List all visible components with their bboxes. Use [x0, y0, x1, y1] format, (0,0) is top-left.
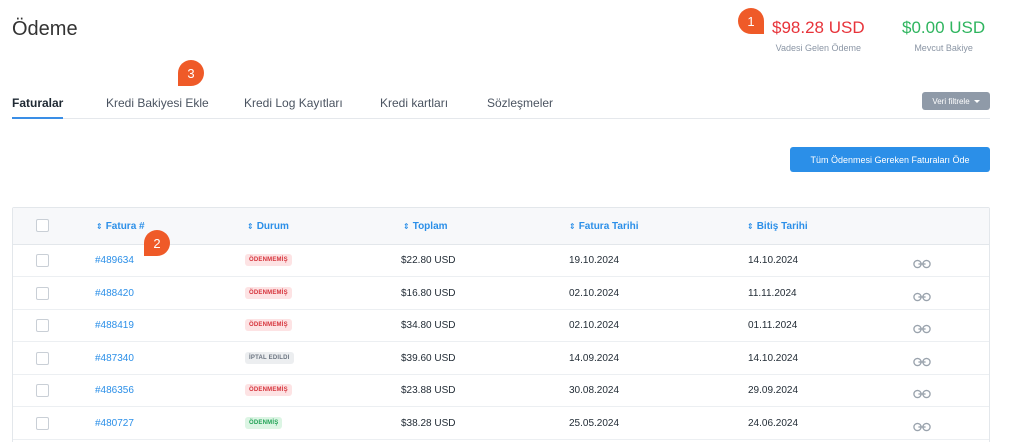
sort-icon: ⇕ — [247, 222, 254, 231]
callout-marker-3: 3 — [178, 60, 204, 86]
col-status[interactable]: ⇕ Durum — [247, 221, 289, 232]
select-all-checkbox[interactable] — [36, 219, 49, 232]
invoice-total: $34.80 USD — [401, 320, 456, 331]
row-checkbox[interactable] — [36, 254, 49, 267]
link-icon[interactable] — [913, 354, 931, 366]
sort-icon: ⇕ — [747, 222, 754, 231]
invoice-total: $38.28 USD — [401, 417, 456, 429]
status-badge: ÖDENMEMİŞ — [245, 286, 292, 299]
link-icon[interactable] — [913, 289, 931, 301]
invoice-due-date: 11.11.2024 — [748, 287, 797, 299]
row-checkbox[interactable] — [36, 319, 49, 332]
invoice-total: $39.60 USD — [401, 352, 456, 364]
link-icon[interactable] — [913, 386, 931, 399]
invoice-date: 02.10.2024 — [569, 320, 620, 331]
invoice-date: 25.05.2024 — [569, 417, 620, 429]
link-icon[interactable] — [913, 321, 931, 334]
invoice-total: $23.88 USD — [401, 385, 456, 396]
callout-marker-2: 2 — [144, 230, 170, 256]
row-checkbox[interactable] — [36, 416, 49, 430]
tab-credit-logs[interactable]: Kredi Log Kayıtları — [244, 96, 343, 119]
status-badge: ÖDENMEMİŞ — [245, 319, 292, 331]
invoice-link[interactable]: #488420 — [95, 288, 134, 299]
invoice-date: 02.10.2024 — [569, 287, 620, 299]
sort-icon: ⇕ — [403, 222, 410, 231]
invoice-link[interactable]: #489634 — [95, 255, 134, 266]
tab-credit-cards[interactable]: Kredi kartları — [380, 96, 448, 119]
status-badge: ÖDENMEMİŞ — [245, 384, 292, 396]
table-row: #488420 ÖDENMEMİŞ $16.80 USD 02.10.2024 11.1… — [13, 278, 989, 310]
sort-icon: ⇕ — [96, 222, 103, 231]
tab-bar: Faturalar Kredi Bakiyesi Ekle Kredi Log … — [12, 96, 990, 119]
col-invoice[interactable]: ⇕ Fatura # — [96, 221, 145, 232]
status-badge: İPTAL EDILDI — [245, 351, 294, 364]
status-badge: ÖDENMİŞ — [245, 416, 283, 429]
invoice-date: 30.08.2024 — [569, 385, 620, 396]
row-checkbox[interactable] — [36, 384, 49, 397]
tab-invoices[interactable]: Faturalar — [12, 96, 64, 119]
invoice-due-date: 24.06.2024 — [748, 417, 799, 429]
filter-dropdown-button[interactable]: Veri filtrele — [922, 92, 990, 110]
col-due-date[interactable]: ⇕ Bitiş Tarihi — [747, 221, 808, 232]
invoice-due-date: 14.10.2024 — [748, 352, 799, 364]
available-balance: $0.00 USD Mevcut Bakiye — [902, 18, 985, 53]
available-label: Mevcut Bakiye — [914, 43, 973, 53]
callout-marker-1: 1 — [738, 8, 764, 34]
due-amount: $98.28 USD — [772, 18, 865, 37]
invoice-total: $22.80 USD — [401, 255, 456, 266]
link-icon[interactable] — [913, 419, 931, 431]
filter-label: Veri filtrele — [932, 96, 970, 106]
due-balance: $98.28 USD Vadesi Gelen Ödeme — [772, 18, 865, 53]
table-row: #488419 ÖDENMEMİŞ $34.80 USD 02.10.2024 01.1… — [13, 310, 989, 342]
col-invoice-date[interactable]: ⇕ Fatura Tarihi — [569, 221, 639, 232]
row-checkbox[interactable] — [36, 286, 49, 300]
invoice-link[interactable]: #487340 — [95, 353, 134, 364]
tab-contracts[interactable]: Sözleşmeler — [487, 96, 553, 119]
invoice-due-date: 14.10.2024 — [748, 255, 799, 266]
sort-icon: ⇕ — [569, 222, 576, 231]
invoice-link[interactable]: #488419 — [95, 320, 134, 331]
invoice-total: $16.80 USD — [401, 287, 456, 299]
status-badge: ÖDENMEMİŞ — [245, 254, 292, 266]
invoice-date: 14.09.2024 — [569, 352, 620, 364]
available-amount: $0.00 USD — [902, 18, 986, 37]
table-row: #487340 İPTAL EDILDI $39.60 USD 14.09.2024 1… — [13, 343, 989, 375]
table-row: #486356 ÖDENMEMİŞ $23.88 USD 30.08.2024 29.0… — [13, 375, 989, 407]
due-label: Vadesi Gelen Ödeme — [775, 43, 861, 53]
row-checkbox[interactable] — [36, 351, 49, 365]
link-icon[interactable] — [913, 256, 931, 269]
pay-all-button[interactable]: Tüm Ödenmesi Gereken Faturaları Öde — [790, 147, 990, 172]
page-title: Ödeme — [12, 18, 78, 40]
invoice-due-date: 29.09.2024 — [748, 385, 799, 396]
table-row: #480727 ÖDENMİŞ $38.28 USD 25.05.2024 24.06.… — [13, 408, 989, 440]
invoice-link[interactable]: #480727 — [95, 418, 134, 429]
tab-add-credit[interactable]: Kredi Bakiyesi Ekle — [106, 96, 209, 119]
invoice-date: 19.10.2024 — [569, 255, 620, 266]
invoice-link[interactable]: #486356 — [95, 385, 134, 396]
invoice-due-date: 01.11.2024 — [748, 320, 798, 331]
col-total[interactable]: ⇕ Toplam — [403, 221, 448, 232]
caret-down-icon — [973, 99, 980, 103]
